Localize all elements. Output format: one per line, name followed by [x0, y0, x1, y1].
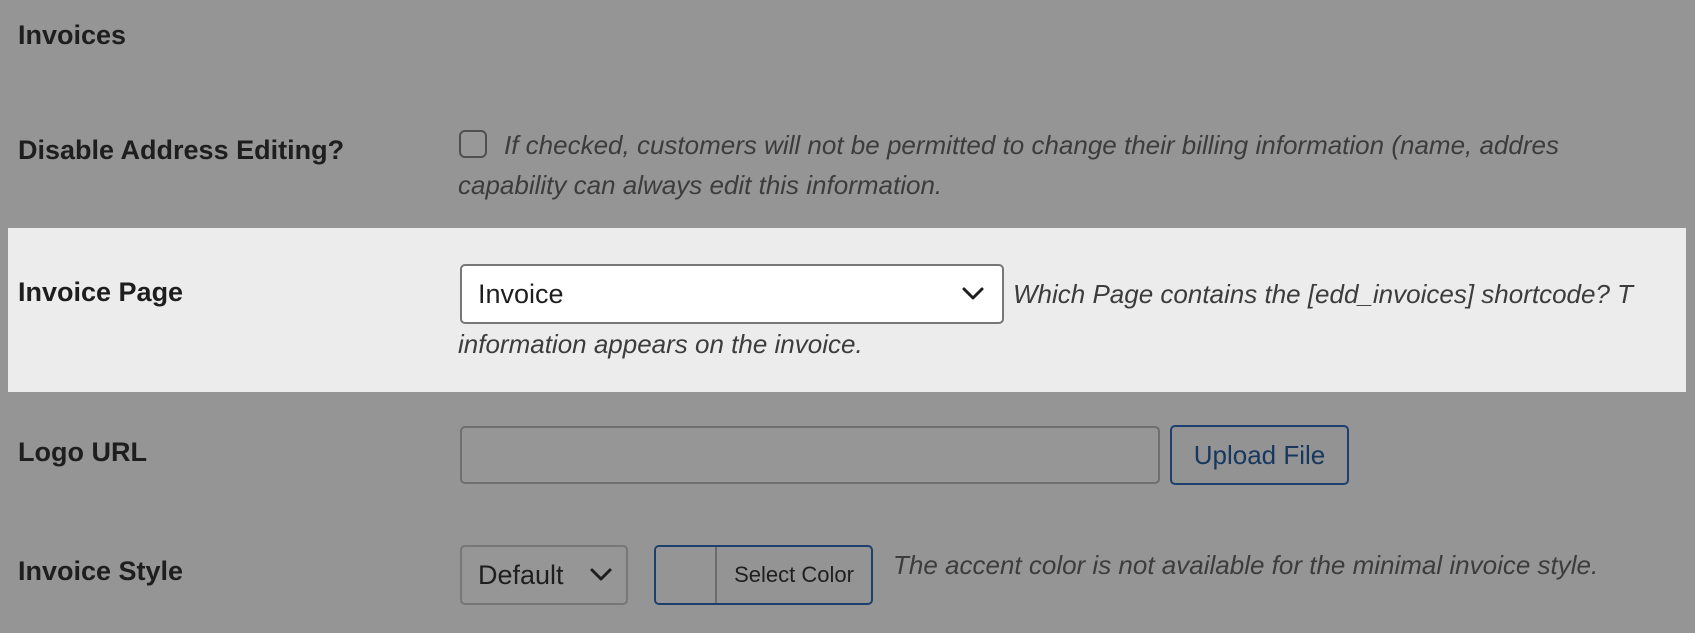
color-swatch	[656, 547, 717, 603]
disable-address-description-line2: capability can always edit this informat…	[458, 170, 943, 200]
chevron-down-icon	[586, 560, 616, 590]
invoice-page-selected-value: Invoice	[478, 278, 564, 309]
logo-url-label: Logo URL	[18, 437, 147, 467]
select-color-button[interactable]: Select Color	[654, 545, 873, 605]
invoice-style-description: The accent color is not available for th…	[893, 550, 1599, 580]
chevron-down-icon	[958, 279, 988, 309]
upload-file-button[interactable]: Upload File	[1170, 425, 1349, 485]
select-color-label: Select Color	[734, 562, 854, 587]
logo-url-input[interactable]	[460, 426, 1160, 484]
section-title: Invoices	[18, 20, 127, 50]
invoice-page-label: Invoice Page	[18, 277, 184, 307]
disable-address-editing-label: Disable Address Editing?	[18, 135, 345, 165]
invoice-style-selected-value: Default	[478, 559, 564, 590]
invoice-page-select[interactable]: Invoice	[460, 264, 1004, 324]
disable-address-editing-checkbox[interactable]	[459, 130, 487, 158]
invoice-style-select[interactable]: Default	[460, 545, 628, 605]
disable-address-description-line1: If checked, customers will not be permit…	[504, 130, 1559, 160]
invoice-page-description-line1: Which Page contains the [edd_invoices] s…	[1013, 279, 1634, 309]
invoice-style-label: Invoice Style	[18, 556, 184, 586]
invoice-page-description-line2: information appears on the invoice.	[458, 329, 863, 359]
